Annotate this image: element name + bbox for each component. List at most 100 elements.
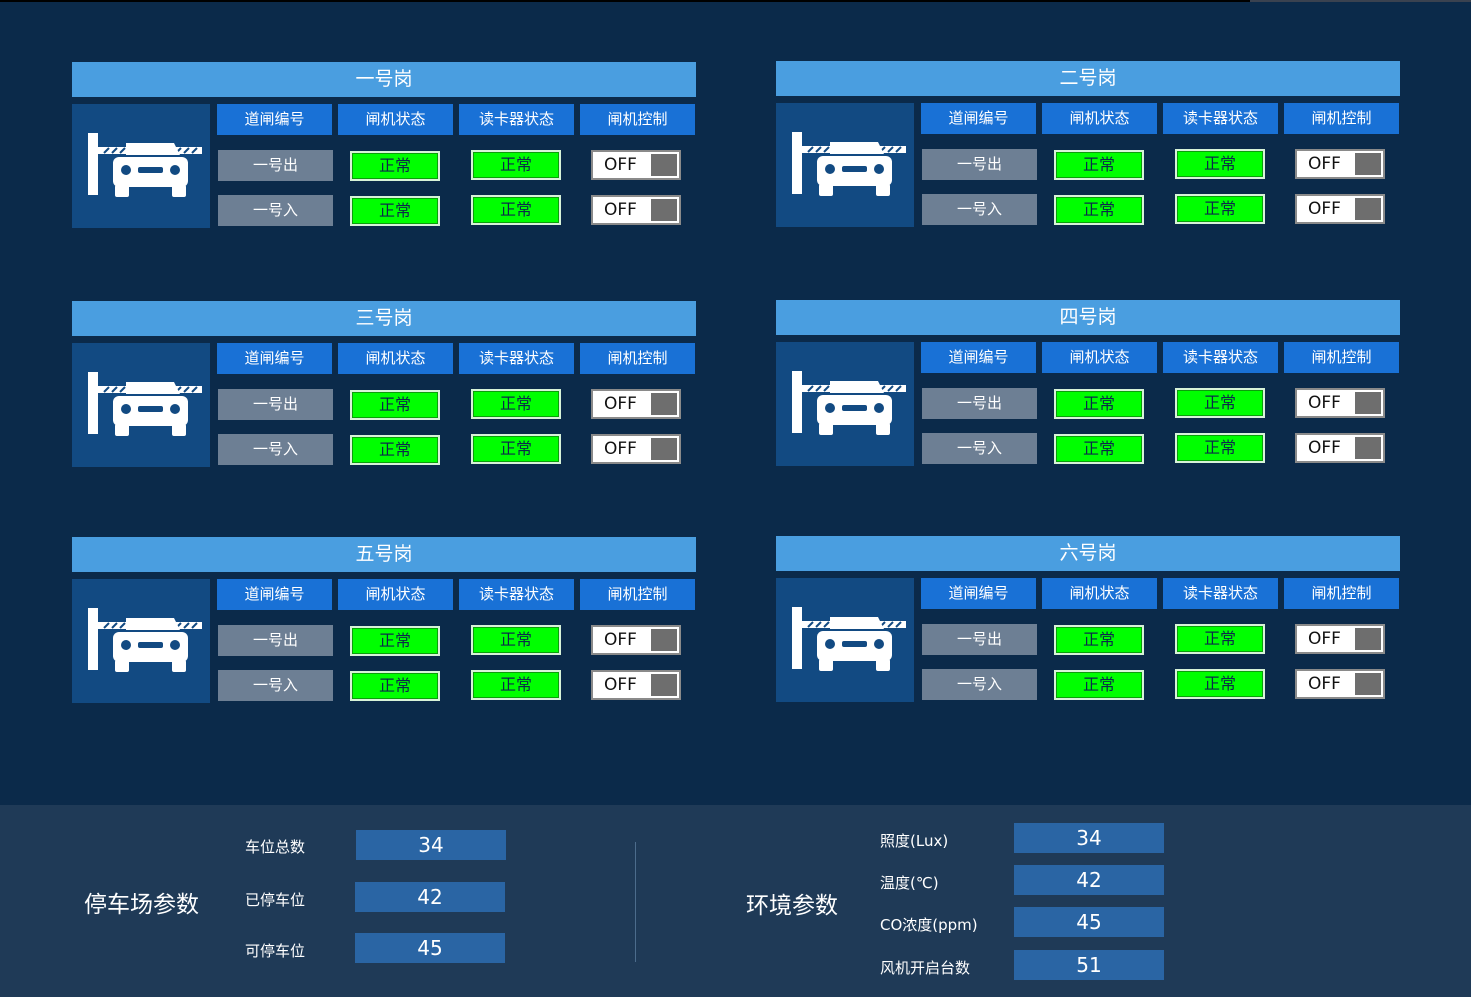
gate-status-indicator: 正常 xyxy=(350,435,440,465)
param-label-occupied-spaces: 已停车位 xyxy=(245,891,306,909)
station-panel: 五号岗 道闸编号 闸机状态 读卡器状态 闸机控制 一号出 正常 正常 OFF 一号入 正常 正常 OFF xyxy=(72,537,696,704)
reader-status-indicator: 正常 xyxy=(471,150,561,180)
gate-id-cell: 一号入 xyxy=(218,670,333,701)
toggle-label: OFF xyxy=(1308,674,1341,694)
gate-id-cell: 一号入 xyxy=(922,194,1037,225)
toggle-label: OFF xyxy=(604,675,637,695)
gate-status-indicator: 正常 xyxy=(350,196,440,226)
section-divider xyxy=(635,842,636,962)
gate-control-toggle[interactable]: OFF xyxy=(591,150,681,180)
toggle-label: OFF xyxy=(1308,393,1341,413)
column-header-gate-control: 闸机控制 xyxy=(580,579,695,610)
param-value-fans-running: 51 xyxy=(1014,950,1164,980)
parking-params-title: 停车场参数 xyxy=(84,892,199,918)
gate-id-cell: 一号出 xyxy=(922,624,1037,655)
gate-id-cell: 一号入 xyxy=(218,434,333,465)
reader-status-indicator: 正常 xyxy=(471,434,561,464)
toggle-knob[interactable] xyxy=(651,199,677,221)
gate-id-cell: 一号入 xyxy=(218,195,333,226)
station-title: 四号岗 xyxy=(776,300,1400,335)
gate-control-toggle[interactable]: OFF xyxy=(591,389,681,419)
param-value-available-spaces: 45 xyxy=(355,933,505,963)
gate-id-cell: 一号出 xyxy=(218,150,333,181)
param-value-occupied-spaces: 42 xyxy=(355,882,505,912)
param-value-co-concentration: 45 xyxy=(1014,907,1164,937)
toggle-knob[interactable] xyxy=(1355,198,1381,220)
column-header-gate-status: 闸机状态 xyxy=(1042,342,1157,373)
toggle-label: OFF xyxy=(604,200,637,220)
gate-status-indicator: 正常 xyxy=(1054,434,1144,464)
gate-control-toggle[interactable]: OFF xyxy=(1295,388,1385,418)
column-header-gate-number: 道闸编号 xyxy=(217,579,332,610)
toggle-knob[interactable] xyxy=(651,674,677,696)
column-header-gate-status: 闸机状态 xyxy=(338,579,453,610)
reader-status-indicator: 正常 xyxy=(1175,388,1265,418)
gate-control-toggle[interactable]: OFF xyxy=(1295,433,1385,463)
column-header-gate-number: 道闸编号 xyxy=(921,342,1036,373)
column-header-gate-control: 闸机控制 xyxy=(1284,578,1399,609)
station-panel: 四号岗 道闸编号 闸机状态 读卡器状态 闸机控制 一号出 正常 正常 OFF 一号入 正常 正常 OFF xyxy=(776,300,1400,467)
toggle-knob[interactable] xyxy=(1355,628,1381,650)
gate-id-cell: 一号出 xyxy=(922,149,1037,180)
toggle-label: OFF xyxy=(604,439,637,459)
gate-id-cell: 一号出 xyxy=(922,388,1037,419)
toggle-knob[interactable] xyxy=(1355,437,1381,459)
column-header-gate-status: 闸机状态 xyxy=(1042,578,1157,609)
gate-control-toggle[interactable]: OFF xyxy=(591,670,681,700)
toggle-knob[interactable] xyxy=(1355,673,1381,695)
gate-control-toggle[interactable]: OFF xyxy=(591,195,681,225)
toggle-knob[interactable] xyxy=(651,154,677,176)
column-header-gate-number: 道闸编号 xyxy=(921,578,1036,609)
station-title: 六号岗 xyxy=(776,536,1400,571)
toggle-knob[interactable] xyxy=(1355,392,1381,414)
gate-control-toggle[interactable]: OFF xyxy=(1295,624,1385,654)
toggle-knob[interactable] xyxy=(651,393,677,415)
toggle-knob[interactable] xyxy=(1355,153,1381,175)
gate-control-toggle[interactable]: OFF xyxy=(591,434,681,464)
column-header-gate-status: 闸机状态 xyxy=(338,343,453,374)
gate-control-toggle[interactable]: OFF xyxy=(1295,149,1385,179)
reader-status-indicator: 正常 xyxy=(471,195,561,225)
station-title: 五号岗 xyxy=(72,537,696,572)
column-header-gate-status: 闸机状态 xyxy=(338,104,453,135)
reader-status-indicator: 正常 xyxy=(471,389,561,419)
gate-id-cell: 一号出 xyxy=(218,625,333,656)
station-panel: 六号岗 道闸编号 闸机状态 读卡器状态 闸机控制 一号出 正常 正常 OFF 一号入 正常 正常 OFF xyxy=(776,536,1400,703)
reader-status-indicator: 正常 xyxy=(471,625,561,655)
column-header-gate-status: 闸机状态 xyxy=(1042,103,1157,134)
gate-status-indicator: 正常 xyxy=(350,151,440,181)
gate-control-toggle[interactable]: OFF xyxy=(1295,194,1385,224)
gate-id-cell: 一号入 xyxy=(922,433,1037,464)
column-header-gate-control: 闸机控制 xyxy=(1284,103,1399,134)
station-title: 一号岗 xyxy=(72,62,696,97)
gate-status-indicator: 正常 xyxy=(1054,625,1144,655)
gate-control-toggle[interactable]: OFF xyxy=(1295,669,1385,699)
gate-status-indicator: 正常 xyxy=(1054,670,1144,700)
toggle-label: OFF xyxy=(1308,154,1341,174)
parking-barrier-car-icon xyxy=(72,579,210,703)
param-value-total-spaces: 34 xyxy=(356,830,506,860)
gate-status-indicator: 正常 xyxy=(1054,195,1144,225)
toggle-label: OFF xyxy=(1308,438,1341,458)
column-header-reader-status: 读卡器状态 xyxy=(459,579,574,610)
environment-params-title: 环境参数 xyxy=(746,893,838,919)
toggle-label: OFF xyxy=(604,630,637,650)
gate-control-toggle[interactable]: OFF xyxy=(591,625,681,655)
gate-status-indicator: 正常 xyxy=(350,626,440,656)
gate-status-indicator: 正常 xyxy=(1054,150,1144,180)
column-header-gate-control: 闸机控制 xyxy=(580,104,695,135)
reader-status-indicator: 正常 xyxy=(1175,433,1265,463)
station-title: 三号岗 xyxy=(72,301,696,336)
param-value-temperature: 42 xyxy=(1014,865,1164,895)
column-header-gate-number: 道闸编号 xyxy=(217,104,332,135)
gate-id-cell: 一号入 xyxy=(922,669,1037,700)
toggle-knob[interactable] xyxy=(651,629,677,651)
column-header-reader-status: 读卡器状态 xyxy=(1163,578,1278,609)
toggle-knob[interactable] xyxy=(651,438,677,460)
reader-status-indicator: 正常 xyxy=(1175,194,1265,224)
param-label-illuminance: 照度(Lux) xyxy=(880,832,949,850)
param-label-temperature: 温度(℃) xyxy=(880,874,939,892)
param-label-total-spaces: 车位总数 xyxy=(245,838,306,856)
toggle-label: OFF xyxy=(604,155,637,175)
gate-status-indicator: 正常 xyxy=(350,671,440,701)
